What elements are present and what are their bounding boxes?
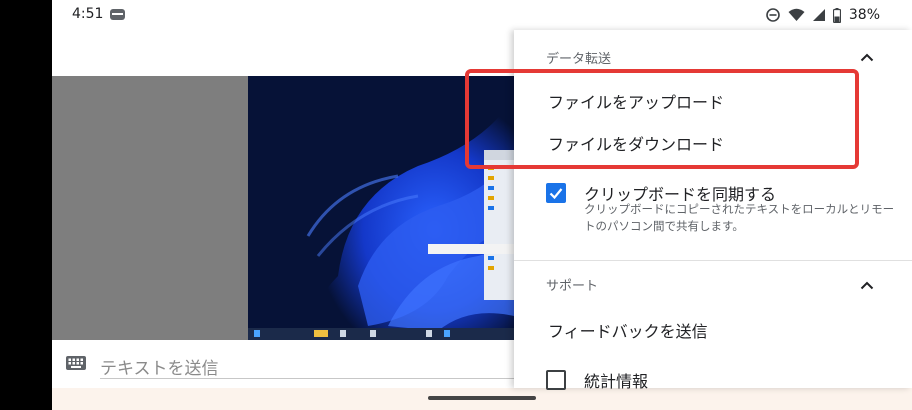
- status-time: 4:51: [72, 6, 104, 22]
- message-icon: [110, 9, 125, 20]
- send-text-bar: テキストを送信: [52, 340, 514, 388]
- chevron-up-icon[interactable]: [860, 52, 874, 62]
- status-icons: 38%: [766, 5, 880, 25]
- remote-empty-area: [52, 76, 248, 340]
- signal-icon: [812, 9, 825, 21]
- section-header-support: サポート: [546, 279, 599, 294]
- chevron-up-icon[interactable]: [860, 280, 874, 290]
- do-not-disturb-icon: [766, 8, 780, 22]
- keyboard-icon[interactable]: [66, 356, 86, 370]
- send-feedback-item[interactable]: フィードバックを送信: [548, 318, 708, 342]
- clipboard-sync-description: クリップボードにコピーされたテキストをローカルとリモートのパソコン間で共有します…: [584, 202, 895, 233]
- send-text-input[interactable]: テキストを送信: [100, 354, 219, 379]
- section-header-data-transfer: データ転送: [546, 52, 612, 67]
- gesture-handle[interactable]: [428, 396, 536, 400]
- stats-label[interactable]: 統計情報: [584, 368, 648, 392]
- section-divider: [514, 260, 912, 261]
- battery-icon: [832, 7, 841, 23]
- highlight-annotation: [465, 69, 859, 169]
- phone-screen: 4:51 38% テキストを送信 データ転送 ファイルをアップロード ファイルを…: [52, 0, 912, 410]
- input-underline: [100, 378, 514, 379]
- checkmark-icon: [549, 188, 563, 200]
- wifi-icon: [788, 8, 805, 21]
- status-bar: 4:51 38%: [52, 0, 912, 30]
- battery-percentage: 38%: [848, 7, 880, 23]
- clipboard-sync-checkbox[interactable]: [546, 183, 566, 203]
- stats-checkbox[interactable]: [546, 370, 566, 390]
